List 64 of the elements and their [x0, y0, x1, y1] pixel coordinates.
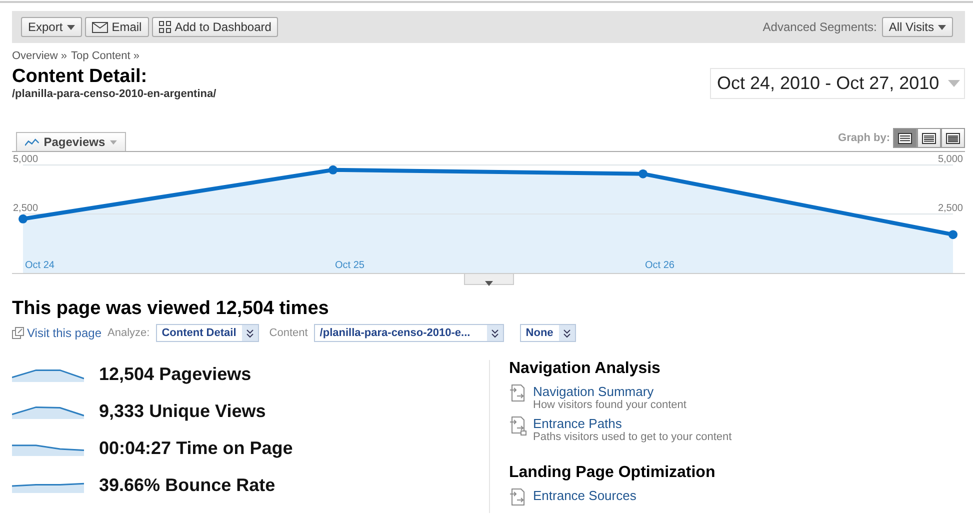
chevron-icon: [559, 325, 576, 341]
envelope-icon: [92, 22, 108, 32]
graph-mode-button[interactable]: [917, 128, 941, 148]
caret-icon: [110, 140, 117, 144]
graph-mode-button[interactable]: [893, 128, 917, 148]
caret-icon: [66, 24, 75, 30]
graph-by-label: Graph by:: [838, 132, 890, 144]
segment-dropdown[interactable]: None: [520, 324, 576, 342]
report-link[interactable]: Entrance Paths: [533, 416, 732, 431]
metric-tab[interactable]: Pageviews: [16, 132, 126, 151]
breadcrumb-link[interactable]: Top Content »: [71, 50, 140, 62]
data-point: [18, 214, 28, 224]
chevron-icon: [242, 325, 258, 341]
axis-label: 2,500: [13, 203, 38, 214]
link-description: Paths visitors used to get to your content: [533, 431, 732, 443]
caret-icon: [484, 281, 492, 286]
page-title: Content Detail:: [12, 66, 148, 88]
data-point: [948, 230, 958, 240]
report-link[interactable]: Navigation Summary: [533, 384, 686, 399]
dashboard-button[interactable]: Add to Dashboard: [152, 17, 278, 37]
caret-icon: [938, 24, 946, 30]
metric-text: 39.66% Bounce Rate: [99, 475, 276, 496]
data-point: [638, 169, 648, 178]
sparkline: [12, 369, 84, 382]
analyze-label: Analyze:: [108, 327, 150, 339]
link-description: How visitors found your content: [533, 399, 686, 411]
export-button[interactable]: Export: [21, 17, 82, 37]
section-title: Navigation Analysis: [509, 360, 662, 378]
segments-label: Advanced Segments:: [762, 20, 877, 34]
list-icon: [898, 132, 912, 144]
content-label: Content: [269, 327, 308, 339]
graph-mode-button[interactable]: [941, 128, 965, 148]
metric-text: 12,504 Pageviews: [99, 364, 252, 385]
metric-text: 9,333 Unique Views: [99, 401, 266, 422]
summary-heading: This page was viewed 12,504 times: [12, 298, 330, 320]
sparkline: [12, 444, 84, 456]
axis-label: 2,500: [938, 203, 963, 214]
axis-label: Oct 26: [645, 260, 674, 271]
axis-label: 5,000: [938, 154, 963, 165]
metric-text: 00:04:27 Time on Page: [99, 438, 293, 459]
sparkline: [12, 406, 84, 419]
page-path: /planilla-para-censo-2010-en-argentina/: [12, 88, 216, 100]
analyze-dropdown[interactable]: Content Detail: [156, 324, 260, 342]
list-icon: [946, 132, 960, 144]
content-dropdown[interactable]: /planilla-para-censo-2010-e...: [314, 324, 504, 342]
breadcrumb-link[interactable]: Overview »: [12, 50, 68, 62]
axis-label: Oct 25: [335, 260, 364, 271]
data-point: [328, 165, 338, 174]
visit-page-link[interactable]: Visit this page: [12, 326, 102, 340]
list-icon: [922, 132, 936, 144]
date-range-picker[interactable]: Oct 24, 2010 - Oct 27, 2010: [710, 68, 965, 99]
axis-label: 5,000: [13, 154, 38, 165]
collapse-handle[interactable]: [464, 274, 514, 285]
external-link-icon: [12, 327, 24, 339]
section-title: Landing Page Optimization: [509, 464, 716, 482]
segments-dropdown[interactable]: All Visits: [882, 17, 953, 37]
sparkline: [12, 482, 84, 493]
chevron-icon: [486, 325, 503, 341]
report-link[interactable]: Entrance Sources: [533, 488, 636, 503]
caret-icon: [948, 80, 960, 87]
grid-icon: [158, 21, 171, 33]
email-button[interactable]: Email: [84, 17, 149, 37]
line-chart-icon: [25, 138, 39, 146]
axis-label: Oct 24: [25, 260, 54, 271]
